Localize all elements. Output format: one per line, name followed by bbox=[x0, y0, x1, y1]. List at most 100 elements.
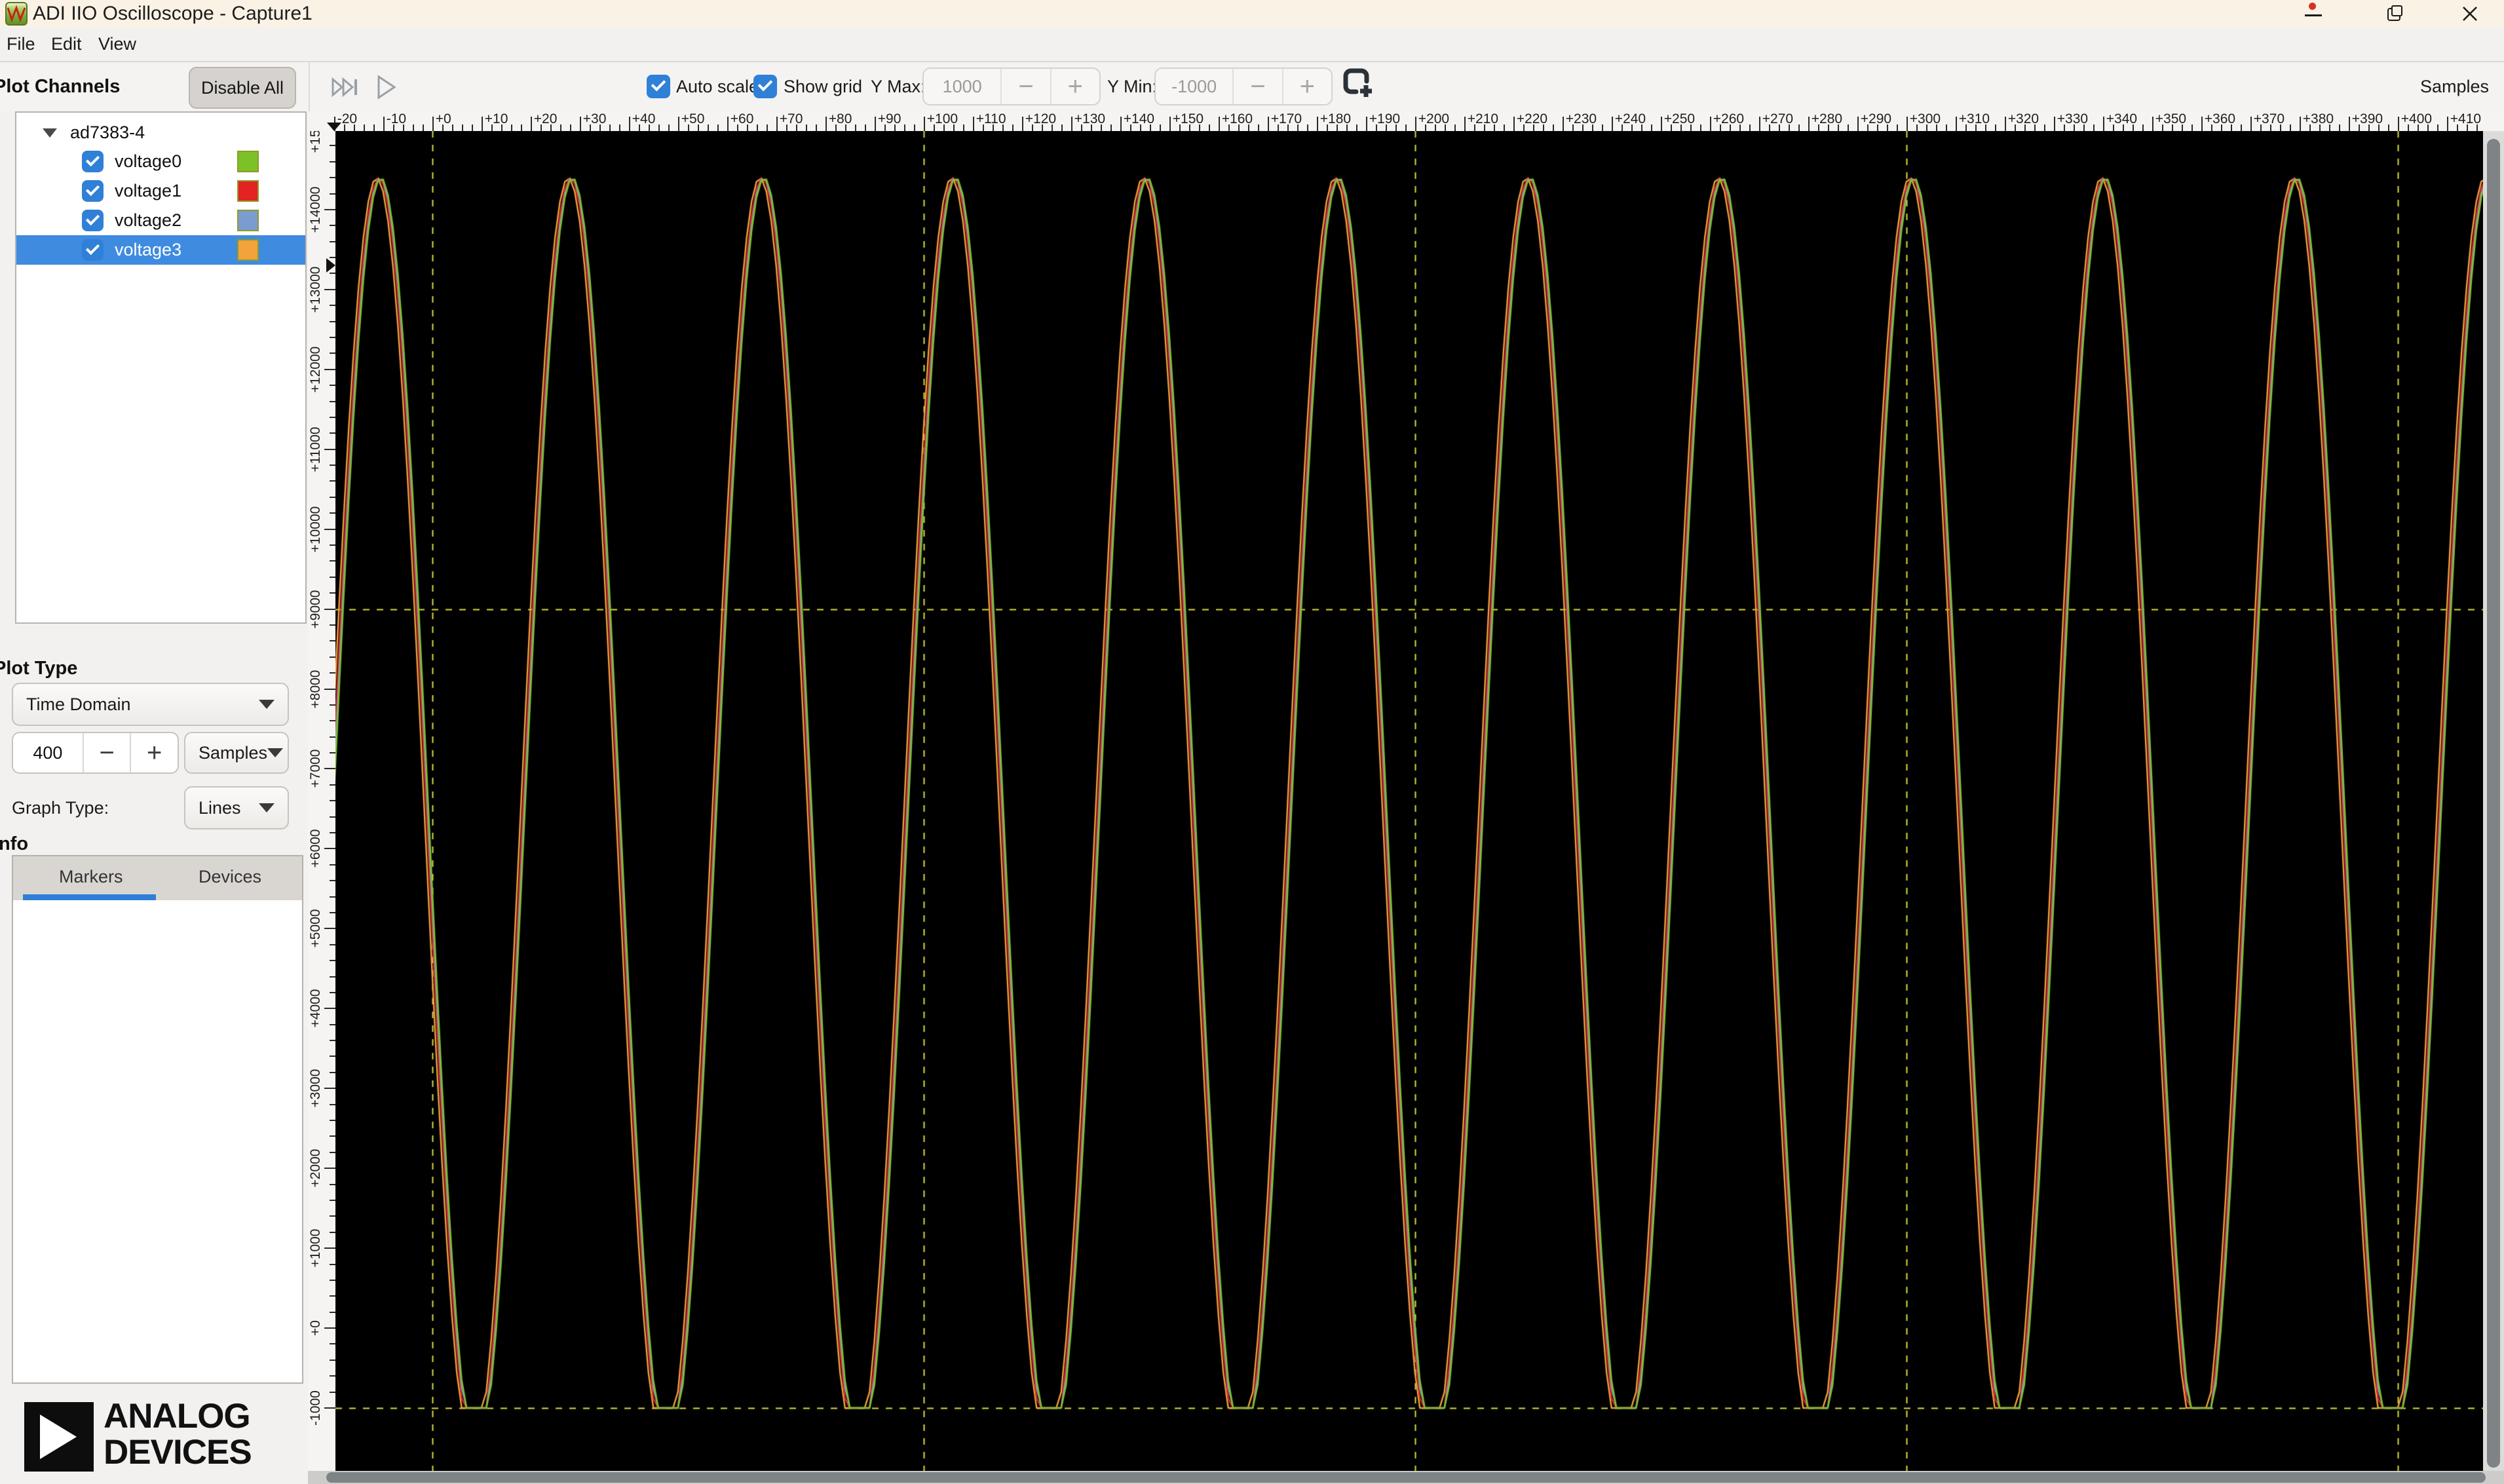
device-row[interactable]: ad7383-4 bbox=[16, 118, 305, 147]
ruler-tick bbox=[392, 124, 394, 131]
tab-markers[interactable]: Markers bbox=[59, 867, 123, 887]
menu-view[interactable]: View bbox=[98, 34, 136, 54]
ruler-tick bbox=[2083, 124, 2085, 131]
ruler-label: +90 bbox=[877, 111, 901, 126]
ruler-tick bbox=[1149, 124, 1151, 131]
channel-row-voltage0[interactable]: voltage0 bbox=[16, 147, 305, 176]
ruler-tick bbox=[1552, 124, 1554, 131]
channel-checkbox[interactable] bbox=[82, 151, 104, 172]
ruler-tick bbox=[343, 124, 345, 131]
ruler-tick bbox=[330, 1151, 335, 1153]
ruler-tick bbox=[330, 177, 335, 179]
play-icon[interactable] bbox=[367, 69, 404, 105]
ruler-tick bbox=[1719, 124, 1721, 131]
channel-color-swatch[interactable] bbox=[237, 151, 259, 172]
ruler-tick bbox=[330, 1199, 335, 1201]
close-button[interactable] bbox=[2449, 0, 2491, 28]
ruler-tick bbox=[330, 576, 335, 578]
sample-count-decrement-button[interactable]: − bbox=[82, 733, 130, 772]
ruler-tick bbox=[1336, 124, 1338, 131]
menu-bar: File Edit View bbox=[0, 28, 2504, 62]
restore-icon-front bbox=[2391, 5, 2402, 16]
ruler-tick bbox=[2309, 124, 2311, 131]
ruler-tick bbox=[1483, 124, 1485, 131]
ruler-tick bbox=[330, 400, 335, 402]
channel-row-voltage1[interactable]: voltage1 bbox=[16, 176, 305, 206]
x-ruler-marker[interactable] bbox=[326, 123, 341, 131]
auto-scale-label: Auto scale bbox=[676, 77, 759, 96]
disable-all-button[interactable]: Disable All bbox=[189, 67, 296, 109]
notification-dot-icon bbox=[2309, 3, 2316, 10]
plot-domain-dropdown[interactable]: Time Domain bbox=[12, 683, 289, 726]
channel-checkbox[interactable] bbox=[82, 180, 104, 202]
y-max-input[interactable] bbox=[926, 75, 998, 98]
horizontal-scrollbar[interactable] bbox=[308, 1471, 2504, 1484]
channel-color-swatch[interactable] bbox=[237, 239, 259, 261]
ruler-tick bbox=[1562, 117, 1564, 131]
ruler-tick bbox=[2102, 117, 2104, 131]
y-max-decrement-button[interactable]: − bbox=[1000, 69, 1050, 104]
ruler-label: +14000 bbox=[308, 186, 323, 233]
vertical-scrollbar-handle[interactable] bbox=[2487, 139, 2500, 1468]
sample-count-increment-button[interactable]: + bbox=[130, 733, 178, 772]
y-min-input[interactable] bbox=[1158, 75, 1230, 98]
ruler-tick bbox=[324, 448, 335, 450]
title-bar[interactable]: ADI IIO Oscilloscope - Capture1 bbox=[0, 0, 2504, 28]
ruler-label: +10000 bbox=[308, 506, 323, 552]
ruler-tick bbox=[1729, 124, 1731, 131]
vertical-scrollbar[interactable] bbox=[2483, 131, 2504, 1471]
ruler-tick bbox=[330, 145, 335, 147]
ruler-tick bbox=[2024, 124, 2026, 131]
minimize-button[interactable] bbox=[2293, 0, 2335, 28]
analog-devices-wordmark: ANALOG DEVICES bbox=[104, 1398, 252, 1470]
channel-color-swatch[interactable] bbox=[237, 180, 259, 202]
ruler-tick bbox=[2132, 124, 2134, 131]
y-min-decrement-button[interactable]: − bbox=[1232, 69, 1281, 104]
sample-count-input[interactable] bbox=[15, 742, 81, 764]
ruler-tick bbox=[2289, 124, 2291, 131]
ruler-tick bbox=[746, 124, 748, 131]
ruler-tick bbox=[330, 784, 335, 786]
maximize-button[interactable] bbox=[2373, 0, 2415, 28]
ruler-label: +9000 bbox=[308, 590, 323, 629]
ruler-tick bbox=[1218, 117, 1220, 131]
sample-unit-dropdown[interactable]: Samples bbox=[184, 732, 289, 774]
channel-row-voltage3[interactable]: voltage3 bbox=[16, 235, 305, 265]
ruler-tick bbox=[550, 124, 552, 131]
ruler-tick bbox=[324, 288, 335, 290]
auto-scale-checkbox[interactable] bbox=[647, 75, 670, 98]
show-grid-checkbox[interactable] bbox=[753, 75, 777, 98]
menu-file[interactable]: File bbox=[7, 34, 35, 54]
expander-icon[interactable] bbox=[43, 128, 57, 138]
tab-devices[interactable]: Devices bbox=[199, 867, 261, 887]
ruler-tick bbox=[330, 1311, 335, 1313]
y-min-increment-button[interactable]: + bbox=[1281, 69, 1331, 104]
graph-type-dropdown[interactable]: Lines bbox=[184, 786, 289, 829]
waveform-plot[interactable] bbox=[335, 131, 2483, 1471]
ruler-tick bbox=[727, 117, 729, 131]
channel-checkbox[interactable] bbox=[82, 239, 104, 261]
graph-type-label: Graph Type: bbox=[12, 798, 109, 818]
channel-name: voltage0 bbox=[115, 151, 182, 171]
menu-edit[interactable]: Edit bbox=[51, 34, 82, 54]
ruler-tick bbox=[2299, 117, 2301, 131]
y-ruler[interactable]: -1000 +0 +1000 +2000 +3000 +4000 +5000 +6000 +70… bbox=[308, 131, 335, 1471]
ruler-tick bbox=[589, 124, 591, 131]
ruler-tick bbox=[638, 124, 640, 131]
channel-checkbox[interactable] bbox=[82, 210, 104, 231]
info-heading: Info bbox=[0, 833, 29, 854]
ruler-tick bbox=[1129, 124, 1131, 131]
channel-color-swatch[interactable] bbox=[237, 210, 259, 231]
channel-row-voltage2[interactable]: voltage2 bbox=[16, 206, 305, 235]
new-capture-window-icon[interactable] bbox=[1340, 66, 1377, 102]
y-ruler-marker[interactable] bbox=[326, 258, 335, 273]
ruler-tick bbox=[363, 124, 365, 131]
plot-channels-heading: Plot Channels bbox=[0, 76, 121, 97]
y-max-increment-button[interactable]: + bbox=[1050, 69, 1099, 104]
ruler-tick bbox=[2456, 124, 2458, 131]
x-ruler[interactable]: -20 -10 +0 +10 +20 +30 +40 +50 +60 +70 +80 +90 +100 +… bbox=[308, 111, 2504, 131]
ruler-tick bbox=[1090, 124, 1092, 131]
ruler-tick bbox=[1454, 124, 1456, 131]
step-capture-icon[interactable] bbox=[327, 69, 364, 105]
horizontal-scrollbar-handle[interactable] bbox=[326, 1472, 2486, 1483]
